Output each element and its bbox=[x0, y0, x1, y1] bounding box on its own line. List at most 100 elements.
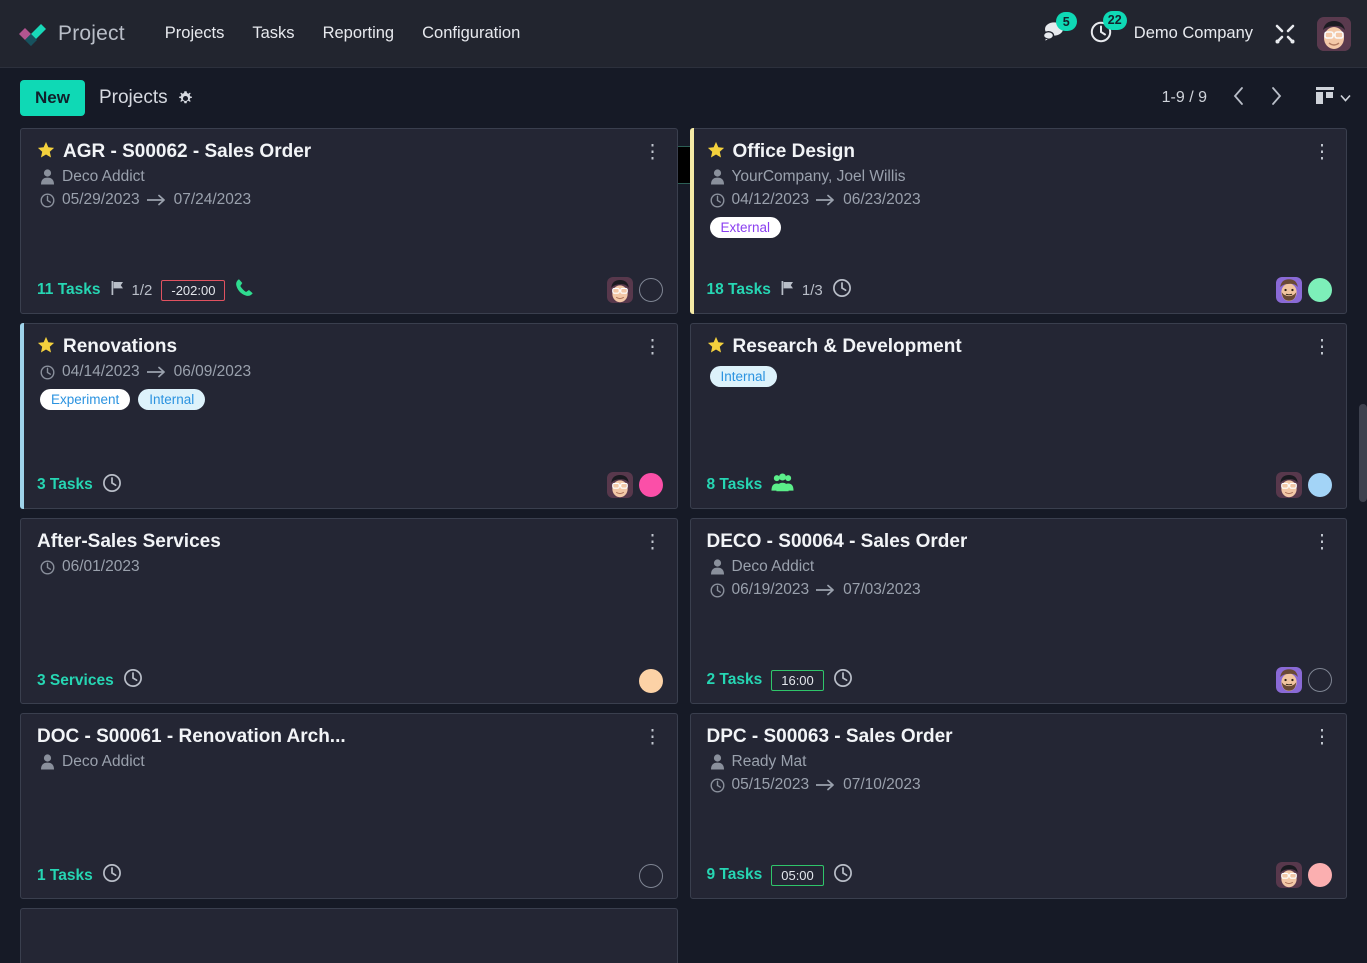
favorite-star-icon[interactable] bbox=[707, 141, 725, 162]
messages-button[interactable]: 5 bbox=[1042, 12, 1077, 47]
assignee-avatar[interactable] bbox=[606, 472, 633, 498]
assignee-placeholder-dot[interactable] bbox=[1308, 668, 1332, 692]
card-tag[interactable]: External bbox=[709, 217, 782, 238]
assignee-avatar[interactable] bbox=[1276, 667, 1302, 693]
activities-count-badge: 22 bbox=[1102, 10, 1127, 30]
assignee-placeholder-dot[interactable] bbox=[1308, 473, 1332, 497]
navbar-right-group: 5 22 Demo Company bbox=[1042, 10, 1351, 51]
assignee-avatar[interactable] bbox=[606, 277, 633, 303]
users-icon[interactable] bbox=[771, 473, 794, 497]
kanban-card-title-wrap: Research & Development bbox=[707, 336, 1311, 358]
user-avatar[interactable] bbox=[1317, 16, 1351, 51]
kanban-card[interactable]: Office Design ⋮ YourCompany, Joel Willis 04… bbox=[689, 128, 1347, 314]
pager-previous-button[interactable] bbox=[1221, 81, 1255, 115]
card-tasks-link[interactable]: 8 Tasks bbox=[707, 476, 763, 494]
assignee-placeholder-dot[interactable] bbox=[1308, 863, 1332, 887]
nav-item-tasks[interactable]: Tasks bbox=[238, 18, 308, 49]
flag-icon bbox=[110, 280, 126, 300]
vertical-scrollbar[interactable] bbox=[1359, 404, 1367, 502]
nav-item-configuration[interactable]: Configuration bbox=[408, 18, 534, 49]
card-menu-button[interactable]: ⋮ bbox=[1311, 726, 1332, 748]
kanban-card[interactable]: After-Sales Services ⋮ 06/01/2023 3 Service… bbox=[20, 518, 678, 704]
card-footer-left: 8 Tasks bbox=[707, 473, 795, 497]
card-partner-name: YourCompany, Joel Willis bbox=[731, 168, 906, 185]
card-tasks-link[interactable]: 1 Tasks bbox=[37, 867, 93, 885]
card-menu-button[interactable]: ⋮ bbox=[641, 531, 663, 553]
clock-icon bbox=[710, 193, 725, 208]
kanban-card[interactable]: DECO - S00064 - Sales Order ⋮ Deco Addict 0… bbox=[689, 518, 1347, 704]
card-menu-button[interactable]: ⋮ bbox=[1311, 531, 1332, 553]
card-tag[interactable]: Internal bbox=[138, 389, 206, 410]
kanban-card[interactable]: Renovations ⋮ 04/14/2023 06/09/2023 Experime… bbox=[20, 323, 678, 509]
card-menu-button[interactable]: ⋮ bbox=[1311, 336, 1332, 358]
nav-item-reporting[interactable]: Reporting bbox=[309, 18, 409, 49]
card-menu-button[interactable]: ⋮ bbox=[641, 141, 663, 163]
kanban-card[interactable]: DOC - S00061 - Renovation Arch... ⋮ Deco A… bbox=[20, 713, 678, 899]
clock-icon bbox=[40, 560, 55, 575]
card-hours-badge[interactable]: 05:00 bbox=[771, 864, 824, 886]
control-panel: New Projects 1-9 / 9 bbox=[0, 68, 1367, 184]
timesheet-clock-icon[interactable] bbox=[102, 863, 122, 888]
debug-tools-icon[interactable] bbox=[1273, 22, 1297, 46]
person-icon bbox=[40, 169, 55, 185]
kanban-card[interactable]: DPC - S00063 - Sales Order ⋮ Ready Mat 05/1… bbox=[689, 713, 1347, 899]
view-switcher[interactable] bbox=[1315, 86, 1351, 110]
kanban-card[interactable]: AGR - S00062 - Sales Order ⋮ Deco Addict 05… bbox=[20, 128, 678, 314]
card-partner-row: Ready Mat bbox=[707, 753, 1333, 771]
timesheet-clock-icon[interactable] bbox=[833, 863, 853, 888]
company-switcher[interactable]: Demo Company bbox=[1134, 24, 1253, 43]
kanban-card-footer: 2 Tasks 16:00 bbox=[707, 653, 1332, 693]
activities-button[interactable]: 22 bbox=[1089, 10, 1127, 49]
favorite-star-icon[interactable] bbox=[707, 336, 725, 357]
card-partner-name: Deco Addict bbox=[62, 753, 145, 770]
card-tasks-link[interactable]: 3 Services bbox=[37, 672, 114, 690]
nav-item-projects[interactable]: Projects bbox=[151, 18, 239, 49]
card-date-row: 06/01/2023 bbox=[37, 558, 663, 576]
assignee-placeholder-dot[interactable] bbox=[638, 473, 663, 497]
favorite-star-icon[interactable] bbox=[37, 141, 55, 162]
assignee-avatar[interactable] bbox=[1276, 472, 1302, 498]
card-tag[interactable]: Internal bbox=[709, 366, 777, 387]
card-hours-badge[interactable]: -202:00 bbox=[161, 279, 226, 301]
gear-icon[interactable] bbox=[177, 90, 194, 107]
card-footer-right bbox=[1276, 667, 1332, 693]
card-menu-button[interactable]: ⋮ bbox=[641, 726, 663, 748]
card-tasks-link[interactable]: 18 Tasks bbox=[707, 281, 771, 299]
new-button[interactable]: New bbox=[20, 80, 85, 116]
card-tasks-link[interactable]: 9 Tasks bbox=[707, 866, 763, 884]
app-brand-name[interactable]: Project bbox=[58, 22, 125, 46]
kanban-card-title: Renovations bbox=[63, 336, 178, 357]
card-milestone-value: 1/2 bbox=[131, 281, 153, 299]
card-partner-row: Deco Addict bbox=[37, 753, 663, 771]
timesheet-clock-icon[interactable] bbox=[833, 668, 853, 693]
card-menu-button[interactable]: ⋮ bbox=[641, 336, 663, 358]
pager-next-button[interactable] bbox=[1259, 81, 1293, 115]
card-milestone-value: 1/3 bbox=[801, 281, 823, 299]
favorite-star-icon[interactable] bbox=[37, 336, 55, 357]
kanban-card[interactable] bbox=[20, 908, 678, 963]
kanban-card[interactable]: Research & Development ⋮ Internal 8 Tasks bbox=[689, 323, 1347, 509]
card-milestone[interactable]: 1/2 bbox=[110, 280, 153, 300]
card-menu-button[interactable]: ⋮ bbox=[1311, 141, 1332, 163]
phone-icon[interactable] bbox=[234, 277, 255, 303]
clock-icon bbox=[710, 583, 725, 598]
assignee-avatar[interactable] bbox=[1276, 277, 1302, 303]
card-tasks-link[interactable]: 11 Tasks bbox=[37, 281, 101, 299]
caret-down-icon bbox=[1340, 89, 1351, 107]
assignee-placeholder-dot[interactable] bbox=[638, 278, 663, 302]
assignee-placeholder-dot[interactable] bbox=[638, 668, 663, 693]
timesheet-clock-icon[interactable] bbox=[102, 473, 122, 498]
assignee-placeholder-dot[interactable] bbox=[638, 863, 663, 888]
assignee-avatar[interactable] bbox=[1276, 862, 1302, 888]
timesheet-clock-icon[interactable] bbox=[123, 668, 143, 693]
card-tasks-link[interactable]: 3 Tasks bbox=[37, 476, 93, 494]
card-tasks-link[interactable]: 2 Tasks bbox=[707, 671, 763, 689]
kanban-card-header: DECO - S00064 - Sales Order ⋮ bbox=[707, 531, 1333, 553]
project-check-logo-icon[interactable] bbox=[14, 17, 48, 51]
timesheet-clock-icon[interactable] bbox=[832, 278, 852, 303]
card-tag[interactable]: Experiment bbox=[40, 389, 131, 410]
assignee-placeholder-dot[interactable] bbox=[1308, 278, 1332, 302]
card-hours-badge[interactable]: 16:00 bbox=[771, 669, 824, 691]
kanban-column-right: Office Design ⋮ YourCompany, Joel Willis 04… bbox=[684, 128, 1352, 963]
card-milestone[interactable]: 1/3 bbox=[780, 280, 823, 300]
